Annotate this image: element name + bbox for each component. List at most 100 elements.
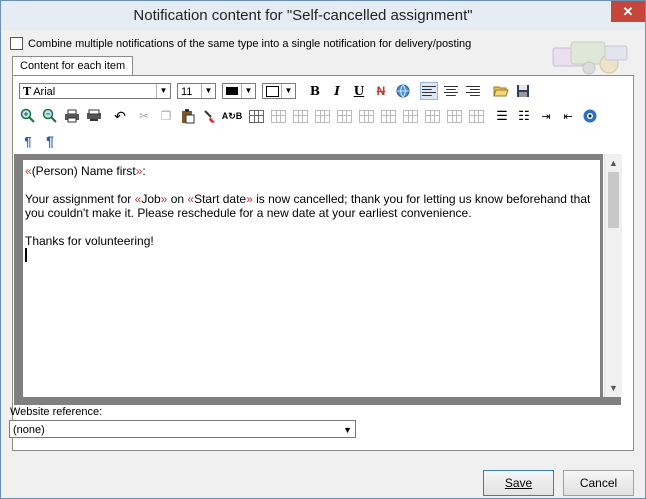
- editor-text: :: [142, 164, 146, 178]
- chevron-down-icon: ▼: [241, 84, 255, 98]
- scroll-up-icon[interactable]: ▲: [605, 156, 622, 170]
- table-properties-icon: [468, 109, 484, 123]
- website-reference-value: (none): [13, 424, 45, 436]
- tab-content-for-each-item[interactable]: Content for each item: [12, 56, 134, 75]
- cell-properties-button[interactable]: [445, 107, 463, 125]
- zoom-out-button[interactable]: [41, 107, 59, 125]
- insert-column-left-button[interactable]: [313, 107, 331, 125]
- undo-icon: ↶: [114, 107, 126, 124]
- paragraph-button[interactable]: ¶: [41, 132, 59, 150]
- pilcrow-icon: ¶: [46, 133, 54, 149]
- align-left-icon: [422, 85, 436, 97]
- chevron-down-icon: ▼: [343, 425, 352, 435]
- cancel-button[interactable]: Cancel: [563, 470, 634, 496]
- align-left-button[interactable]: [420, 82, 438, 100]
- save-file-button[interactable]: [514, 82, 532, 100]
- save-button-label: Save: [504, 476, 533, 490]
- save-button[interactable]: Save: [483, 470, 554, 496]
- editor-vertical-scrollbar[interactable]: ▲ ▼: [604, 154, 622, 397]
- column-right-icon: [336, 109, 352, 123]
- paste-button[interactable]: [179, 107, 197, 125]
- copy-button[interactable]: ❐: [157, 107, 175, 125]
- field-marker: «: [25, 164, 32, 178]
- window-title: Notification content for "Self-cancelled…: [133, 7, 473, 24]
- bold-button[interactable]: B: [306, 82, 324, 100]
- scroll-thumb[interactable]: [608, 172, 619, 228]
- indent-icon: ⇥: [541, 110, 551, 123]
- editor-text: Thanks for volunteering!: [25, 234, 154, 248]
- split-cells-icon: [424, 109, 440, 123]
- delete-row-icon: [358, 109, 374, 123]
- insert-row-above-button[interactable]: [269, 107, 287, 125]
- border-select[interactable]: ▼: [262, 83, 296, 99]
- row-below-icon: [292, 109, 308, 123]
- font-type-icon: T: [23, 85, 32, 98]
- printer-icon: [65, 109, 79, 123]
- globe-link-icon: [396, 84, 410, 98]
- dialog-content: Combine multiple notifications of the sa…: [1, 30, 645, 498]
- toolbar-paragraph: ¶ ¶: [19, 130, 63, 152]
- scroll-down-icon[interactable]: ▼: [605, 381, 622, 395]
- title-bar: Notification content for "Self-cancelled…: [1, 1, 645, 30]
- eye-image-icon: [583, 109, 597, 123]
- merge-cells-button[interactable]: [401, 107, 419, 125]
- editor-text: Your assignment for: [25, 192, 135, 206]
- increase-indent-button[interactable]: ⇥: [537, 107, 555, 125]
- print-preview-icon: [87, 109, 101, 121]
- font-size-select[interactable]: 11 ▼: [177, 83, 216, 99]
- folder-open-icon: [493, 86, 509, 97]
- table-properties-button[interactable]: [467, 107, 485, 125]
- undo-button[interactable]: ↶: [111, 107, 129, 125]
- strikethrough-button[interactable]: N: [372, 82, 390, 100]
- text-caret: [25, 248, 27, 262]
- cut-button[interactable]: ✂: [135, 107, 153, 125]
- website-reference-label: Website reference:: [10, 406, 103, 418]
- font-name-select[interactable]: T Arial ▼: [19, 83, 171, 99]
- combine-checkbox[interactable]: [10, 37, 23, 50]
- decrease-indent-button[interactable]: ⇤: [559, 107, 577, 125]
- cell-properties-icon: [446, 109, 462, 123]
- insert-image-button[interactable]: [581, 107, 599, 125]
- editor-paragraph: «(Person) Name first»:: [23, 164, 595, 178]
- combine-option[interactable]: Combine multiple notifications of the sa…: [10, 37, 471, 50]
- clipboard-icon: [182, 108, 195, 123]
- delete-column-button[interactable]: [379, 107, 397, 125]
- chevron-down-icon: ▼: [201, 84, 215, 98]
- bullet-list-button[interactable]: ☰: [493, 107, 511, 125]
- hyperlink-button[interactable]: [394, 82, 412, 100]
- delete-column-icon: [380, 109, 396, 123]
- scissors-icon: ✂: [138, 109, 150, 123]
- align-center-button[interactable]: [442, 82, 460, 100]
- message-editor[interactable]: «(Person) Name first»: Your assignment f…: [23, 160, 600, 397]
- website-reference-select[interactable]: (none) ▼: [9, 420, 356, 438]
- open-button[interactable]: [492, 82, 510, 100]
- decorative-banner-icon: [552, 41, 628, 75]
- outdent-icon: ⇤: [563, 110, 573, 123]
- copy-icon: ❐: [160, 109, 172, 123]
- chevron-down-icon: ▼: [156, 84, 170, 98]
- close-button[interactable]: ✕: [611, 1, 645, 22]
- zoom-in-button[interactable]: [19, 107, 37, 125]
- numbered-list-button[interactable]: ☷: [515, 107, 533, 125]
- merge-field-person-name: (Person) Name first: [31, 164, 136, 178]
- toolbar-formatting: T Arial ▼ 11 ▼ ▼ ▼ B I U N: [19, 80, 536, 102]
- align-right-button[interactable]: [464, 82, 482, 100]
- split-cells-button[interactable]: [423, 107, 441, 125]
- insert-table-button[interactable]: [247, 107, 265, 125]
- print-button[interactable]: [63, 107, 81, 125]
- show-paragraph-marks-button[interactable]: ¶: [19, 132, 37, 150]
- delete-row-button[interactable]: [357, 107, 375, 125]
- insert-column-right-button[interactable]: [335, 107, 353, 125]
- italic-button[interactable]: I: [328, 82, 346, 100]
- font-name-value: Arial: [33, 86, 56, 98]
- print-preview-button[interactable]: [85, 107, 103, 125]
- zoom-in-icon: [20, 108, 35, 123]
- hand-pilcrow-icon: ¶: [24, 133, 32, 149]
- format-painter-button[interactable]: [201, 107, 219, 125]
- paint-brush-icon: [204, 109, 215, 123]
- font-color-select[interactable]: ▼: [222, 83, 256, 99]
- underline-button[interactable]: U: [350, 82, 368, 100]
- insert-row-below-button[interactable]: [291, 107, 309, 125]
- align-center-icon: [444, 85, 458, 97]
- find-replace-button[interactable]: A↻B: [222, 107, 243, 125]
